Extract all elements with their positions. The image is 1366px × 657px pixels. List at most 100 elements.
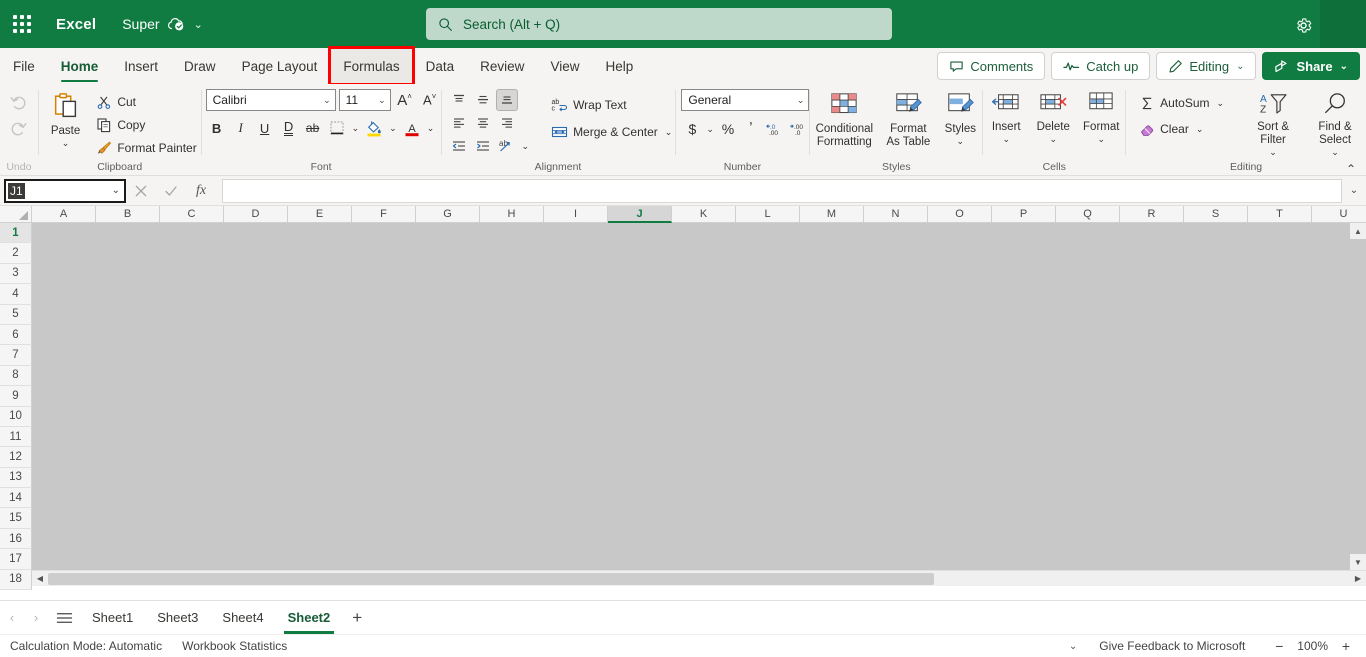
column-header-i[interactable]: I [544,206,608,223]
text-orientation-icon[interactable]: ab [496,135,518,157]
chevron-down-icon[interactable]: ⌄ [112,185,120,196]
decrease-font-size-button[interactable]: A˅ [419,89,441,111]
row-header-5[interactable]: 5 [0,304,32,325]
column-header-p[interactable]: P [992,206,1056,223]
app-title[interactable]: Excel [56,16,96,33]
column-header-a[interactable]: A [32,206,96,223]
decrease-indent-icon[interactable] [448,135,470,157]
row-header-13[interactable]: 13 [0,467,32,489]
workbook-statistics-button[interactable]: Workbook Statistics [172,639,297,653]
format-painter-button[interactable]: Format Painter [92,137,200,159]
add-sheet-button[interactable]: + [342,604,372,632]
row-header-8[interactable]: 8 [0,365,32,387]
delete-cells-button[interactable]: Delete ⌄ [1029,89,1077,144]
fill-color-chevron-down-icon[interactable]: ⌄ [387,123,399,134]
row-header-14[interactable]: 14 [0,488,32,509]
autosum-button[interactable]: AutoSum ⌄ [1136,92,1230,114]
underline-button[interactable]: U [254,117,276,139]
name-box[interactable]: J1 ⌄ [4,178,126,203]
undo-arrow-icon[interactable] [4,88,34,114]
font-size-select[interactable]: 11 ⌄ [338,89,391,111]
autosum-chevron-down-icon[interactable]: ⌄ [1215,98,1227,109]
clear-button[interactable]: Clear ⌄ [1136,118,1230,140]
scroll-left-button[interactable]: ◀ [32,571,48,587]
row-header-18[interactable]: 18 [0,569,32,591]
sheet-tab-sheet4[interactable]: Sheet4 [210,601,275,635]
column-header-b[interactable]: B [96,206,160,223]
tab-view[interactable]: View [537,48,592,84]
increase-decimal-icon[interactable]: .0.00 [763,118,785,140]
row-header-2[interactable]: 2 [0,243,32,264]
increase-indent-icon[interactable] [472,135,494,157]
document-menu-chevron-down-icon[interactable]: ⌄ [194,18,203,31]
column-header-q[interactable]: Q [1056,206,1120,223]
percent-format-button[interactable]: % [717,118,739,140]
collapse-ribbon-chevron-up-icon[interactable]: ⌃ [1346,162,1356,176]
horizontal-scroll-track[interactable] [48,571,1350,587]
row-header-15[interactable]: 15 [0,508,32,529]
chevron-down-icon[interactable]: ⌄ [62,138,70,148]
column-header-l[interactable]: L [736,206,800,223]
align-right-icon[interactable] [496,112,518,134]
row-header-16[interactable]: 16 [0,528,32,550]
redo-arrow-icon[interactable] [4,114,34,140]
catch-up-button[interactable]: Catch up [1051,52,1151,80]
column-header-j[interactable]: J [608,206,672,223]
formula-input[interactable] [222,178,1342,203]
share-button[interactable]: Share ⌄ [1262,52,1360,80]
row-header-1[interactable]: 1 [0,223,32,244]
chevron-down-icon[interactable]: ⌄ [1269,147,1277,157]
editing-mode-button[interactable]: Editing ⌄ [1156,52,1257,80]
zoom-level-label[interactable]: 100% [1291,639,1334,653]
row-header-17[interactable]: 17 [0,549,32,570]
bold-button[interactable]: B [206,117,228,139]
merge-chevron-down-icon[interactable]: ⌄ [663,127,675,138]
borders-chevron-down-icon[interactable]: ⌄ [350,123,362,134]
number-format-select[interactable]: General ⌄ [681,89,810,111]
fill-color-icon[interactable] [363,117,385,139]
column-header-h[interactable]: H [480,206,544,223]
column-header-u[interactable]: U [1312,206,1366,223]
font-family-select[interactable]: Calibri ⌄ [205,89,336,111]
format-as-table-button[interactable]: Format As Table [880,89,936,149]
column-header-d[interactable]: D [224,206,288,223]
tab-draw[interactable]: Draw [171,48,229,84]
currency-format-button[interactable]: $ [681,118,703,140]
tab-file[interactable]: File [0,48,48,84]
checkmark-icon[interactable] [156,178,186,204]
tab-help[interactable]: Help [592,48,646,84]
sheet-tab-sheet1[interactable]: Sheet1 [80,601,145,635]
scroll-right-button[interactable]: ▶ [1350,571,1366,587]
row-header-6[interactable]: 6 [0,324,32,346]
tab-page-layout[interactable]: Page Layout [229,48,331,84]
align-left-icon[interactable] [448,112,470,134]
chevron-down-icon[interactable]: ⌄ [1002,134,1010,144]
tab-insert[interactable]: Insert [111,48,171,84]
scroll-down-button[interactable]: ▼ [1350,554,1366,570]
orientation-chevron-down-icon[interactable]: ⌄ [520,141,532,152]
cut-button[interactable]: Cut [92,91,200,113]
borders-icon[interactable] [326,117,348,139]
row-header-10[interactable]: 10 [0,406,32,427]
cloud-check-icon[interactable] [167,16,185,32]
column-header-k[interactable]: K [672,206,736,223]
paste-button[interactable]: Paste ⌄ [39,89,93,148]
close-icon[interactable] [126,178,156,204]
tab-home[interactable]: Home [48,48,112,84]
chevron-left-icon[interactable]: ‹ [0,604,24,632]
find-select-button[interactable]: Find & Select ⌄ [1304,89,1366,157]
column-header-s[interactable]: S [1184,206,1248,223]
align-middle-icon[interactable] [472,89,494,111]
row-header-9[interactable]: 9 [0,386,32,407]
sheet-tab-sheet2[interactable]: Sheet2 [276,601,343,635]
document-name[interactable]: Super [122,16,159,32]
align-center-icon[interactable] [472,112,494,134]
currency-chevron-down-icon[interactable]: ⌄ [704,124,716,135]
italic-button[interactable]: I [230,117,252,139]
clear-chevron-down-icon[interactable]: ⌄ [1194,124,1206,135]
gear-icon[interactable] [1290,12,1316,38]
chevron-down-icon[interactable]: ⌄ [1049,134,1057,144]
column-header-m[interactable]: M [800,206,864,223]
decrease-decimal-icon[interactable]: .00.0 [786,118,808,140]
cell-styles-button[interactable]: Styles ⌄ [938,89,982,146]
